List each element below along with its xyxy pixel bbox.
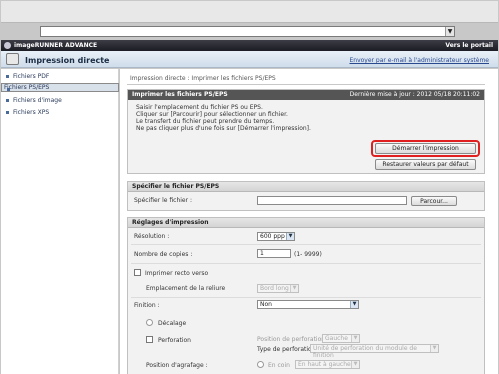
last-update: Dernière mise à jour : 2012 05/18 20:11:… (349, 91, 480, 98)
breadcrumb: Impression directe : Imprimer les fichie… (130, 75, 276, 82)
corner-label: En coin (268, 362, 290, 369)
divider (131, 297, 481, 298)
instruction-line: Cliquer sur [Parcourir] pour sélectionne… (136, 111, 288, 118)
chevron-down-icon: ▼ (286, 233, 294, 240)
copies-label: Nombre de copies : (134, 251, 193, 258)
print-panel-header: Imprimer les fichiers PS/EPS Dernière mis… (128, 90, 484, 100)
divider (131, 244, 481, 245)
start-print-button[interactable]: Démarrer l'impression (375, 143, 476, 154)
punch-position-select[interactable]: Gauche ▼ (322, 334, 360, 343)
offset-label: Décalage (158, 320, 187, 327)
file-path-input[interactable] (257, 196, 407, 205)
finish-label: Finition : (134, 302, 160, 309)
resolution-label: Résolution : (134, 233, 170, 240)
offset-radio[interactable] (146, 319, 153, 326)
copies-input[interactable]: 1 (257, 249, 291, 258)
address-dropdown-icon[interactable]: ▼ (445, 27, 454, 36)
finish-select[interactable]: Non ▼ (257, 300, 359, 309)
punch-checkbox[interactable] (146, 336, 153, 343)
duplex-checkbox[interactable] (134, 269, 141, 276)
sidebar-item-pdf[interactable]: Fichiers PDF (1, 71, 119, 82)
portal-link[interactable]: Vers le portail (445, 42, 493, 49)
instruction-line: Le transfert du fichier peut prendre du … (136, 118, 275, 125)
file-panel: Spécifier le fichier PS/EPS Spécifier le… (127, 181, 485, 211)
sidebar-item-image[interactable]: Fichiers d'image (1, 95, 119, 106)
sidebar-item-ps-eps[interactable]: Fichiers PS/EPS (1, 83, 119, 92)
email-admin-link[interactable]: Envoyer par e-mail à l'administrateur sy… (349, 57, 489, 64)
copies-range: (1- 9999) (294, 251, 322, 258)
corner-radio[interactable] (257, 361, 264, 368)
printer-icon (6, 53, 19, 65)
divider (127, 84, 485, 85)
brand-name: imageRUNNER ADVANCE (14, 42, 98, 49)
chevron-down-icon: ▼ (350, 301, 358, 308)
browser-toolbar (1, 1, 498, 23)
bullet-icon (7, 88, 10, 91)
sidebar: Fichiers PDF Fichiers PS/EPS Fichiers d'… (1, 69, 119, 374)
browse-button[interactable]: Parcour... (411, 196, 457, 206)
bullet-icon (6, 75, 9, 78)
page-title: Impression directe (25, 56, 110, 65)
binding-label: Emplacement de la reliure (146, 285, 226, 292)
punch-position-label: Position de perforation (257, 336, 326, 343)
divider (131, 263, 481, 264)
punch-label: Perforation (158, 337, 191, 344)
chevron-down-icon: ▼ (290, 285, 298, 292)
resolution-select[interactable]: 600 ppp ▼ (257, 232, 295, 241)
binding-select[interactable]: Bord long ▼ (257, 284, 299, 293)
punch-type-label: Type de perforation (257, 346, 316, 353)
chevron-down-icon: ▼ (430, 345, 438, 352)
instruction-line: Saisir l'emplacement du fichier PS ou EP… (136, 104, 263, 111)
bullet-icon (6, 99, 9, 102)
print-panel: Imprimer les fichiers PS/EPS Dernière mis… (127, 89, 485, 174)
staple-label: Position d'agrafage : (146, 362, 208, 369)
instruction-line: Ne pas cliquer plus d'une fois sur [Déma… (136, 125, 311, 132)
restore-defaults-button[interactable]: Restaurer valeurs par défaut (375, 159, 476, 170)
logo-icon (4, 42, 11, 49)
address-bar[interactable] (40, 26, 455, 37)
bullet-icon (6, 111, 9, 114)
duplex-label: Imprimer recto verso (145, 270, 209, 277)
file-label: Spécifier le fichier : (134, 197, 193, 204)
chevron-down-icon: ▼ (351, 335, 359, 342)
settings-panel-header: Réglages d'impression (128, 218, 484, 228)
file-panel-header: Spécifier le fichier PS/EPS (128, 182, 484, 192)
corner-select[interactable]: En haut à gauche ▼ (295, 360, 360, 369)
settings-panel: Réglages d'impression Résolution : 600 p… (127, 217, 485, 374)
punch-type-select[interactable]: Unité de perforation du module de finiti… (310, 344, 439, 359)
chevron-down-icon: ▼ (351, 361, 359, 368)
sidebar-item-xps[interactable]: Fichiers XPS (1, 107, 119, 118)
